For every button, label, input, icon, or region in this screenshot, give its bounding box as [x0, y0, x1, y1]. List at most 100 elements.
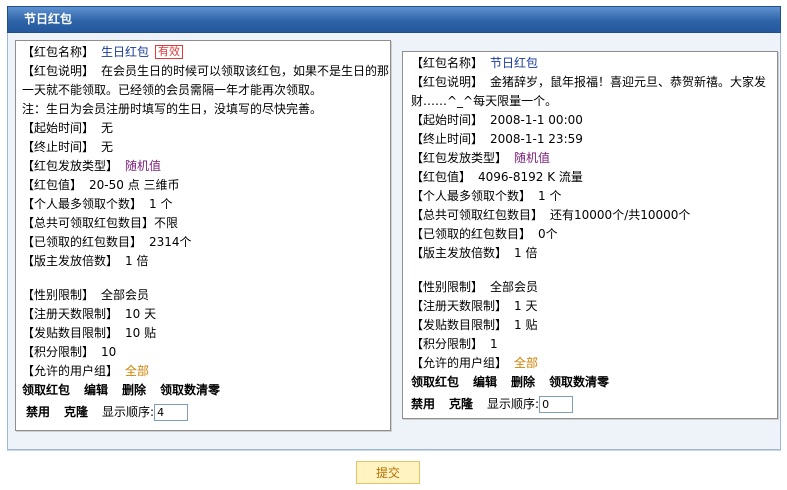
field-amount: 【红包值】 20-50 点 三维币	[22, 176, 390, 195]
field-value: 2314个	[149, 235, 192, 249]
field-claimed: 【已领取的红包数目】 2314个	[22, 233, 390, 252]
field-label: 【终止时间】	[411, 132, 484, 146]
field-groups: 【允许的用户组】 全部	[22, 362, 390, 381]
field-value: 全部会员	[490, 280, 539, 294]
field-value: 全部	[125, 364, 150, 378]
section-title: 节日红包	[24, 12, 73, 26]
field-end-time: 【终止时间】 2008-1-1 23:59	[411, 130, 777, 149]
field-posts: 【发贴数目限制】 1 贴	[411, 316, 777, 335]
field-value: 随机值	[125, 159, 162, 173]
delete-button[interactable]: 删除	[122, 383, 146, 397]
field-label: 【发贴数目限制】	[22, 326, 119, 340]
field-value: 10	[101, 345, 117, 359]
field-value: 10 天	[125, 307, 157, 321]
field-total: 【总共可领取红包数目】不限	[22, 214, 390, 233]
field-value: 1 天	[514, 299, 538, 313]
field-label: 【注册天数限制】	[411, 299, 508, 313]
reset-count-button[interactable]: 领取数清零	[160, 383, 220, 397]
reset-count-button[interactable]: 领取数清零	[549, 375, 609, 389]
order-input[interactable]	[539, 396, 574, 413]
field-value: 还有10000个/共10000个	[550, 208, 691, 222]
field-end-time: 【终止时间】无	[22, 138, 390, 157]
order-input[interactable]	[154, 404, 189, 421]
field-label: 【红包说明】	[411, 75, 484, 89]
claim-button[interactable]: 领取红包	[22, 383, 70, 397]
field-label: 【红包名称】	[22, 45, 95, 59]
disable-button[interactable]: 禁用	[411, 397, 435, 411]
order-label: 显示顺序:	[487, 397, 540, 411]
field-total: 【总共可领取红包数目】 还有10000个/共10000个	[411, 206, 777, 225]
field-start-time: 【起始时间】无	[22, 119, 390, 138]
disable-button[interactable]: 禁用	[26, 405, 50, 419]
field-label: 【红包说明】	[22, 64, 95, 78]
field-label: 【终止时间】	[22, 140, 95, 154]
field-value: 全部会员	[101, 288, 150, 302]
submit-button[interactable]: 提交	[356, 461, 420, 484]
field-label: 【红包名称】	[411, 56, 484, 70]
field-points: 【积分限制】 1	[411, 335, 777, 354]
field-label: 【版主发放倍数】	[411, 246, 508, 260]
field-value: 随机值	[514, 151, 551, 165]
field-description: 【红包说明】 金猪辞岁，鼠年报福！喜迎元旦、恭贺新禧。大家发财……^_^每天限量一…	[411, 73, 777, 111]
content-frame: 【红包名称】 生日红包 有效 【红包说明】 在会员生日的时候可以领取该红包，如果不是生…	[7, 33, 781, 450]
field-points: 【积分限制】 10	[22, 343, 390, 362]
field-name: 【红包名称】 节日红包	[411, 54, 777, 73]
field-reg-days: 【注册天数限制】 1 天	[411, 297, 777, 316]
field-description: 【红包说明】 在会员生日的时候可以领取该红包，如果不是生日的那一天就不能领取。已经…	[22, 62, 390, 100]
field-multiplier: 【版主发放倍数】 1 倍	[22, 252, 390, 271]
field-value: 10 贴	[125, 326, 157, 340]
field-value: 无	[101, 140, 114, 154]
field-gender: 【性别限制】 全部会员	[411, 278, 777, 297]
field-type: 【红包发放类型】 随机值	[411, 149, 777, 168]
field-label: 【个人最多领取个数】	[22, 197, 143, 211]
field-multiplier: 【版主发放倍数】 1 倍	[411, 244, 777, 263]
field-value: 20-50 点 三维币	[89, 178, 180, 192]
field-value: 2008-1-1 23:59	[490, 132, 583, 146]
action-row: 领取红包 编辑 删除 领取数清零	[22, 381, 390, 400]
field-label: 【红包发放类型】	[22, 159, 119, 173]
field-label: 【已领取的红包数目】	[411, 227, 532, 241]
field-value: 生日红包	[101, 45, 150, 59]
field-label: 【红包值】	[22, 178, 83, 192]
field-per-user: 【个人最多领取个数】 1 个	[22, 195, 390, 214]
field-value: 1 个	[149, 197, 173, 211]
field-posts: 【发贴数目限制】 10 贴	[22, 324, 390, 343]
field-start-time: 【起始时间】 2008-1-1 00:00	[411, 111, 777, 130]
red-packet-card-birthday: 【红包名称】 生日红包 有效 【红包说明】 在会员生日的时候可以领取该红包，如果不是生…	[15, 40, 391, 431]
clone-button[interactable]: 克隆	[64, 405, 88, 419]
field-value: 1	[490, 337, 498, 351]
field-label: 【性别限制】	[22, 288, 95, 302]
section-header: 节日红包	[7, 6, 781, 33]
field-value: 不限	[154, 216, 179, 230]
field-value: 1 倍	[125, 254, 149, 268]
field-label: 【注册天数限制】	[22, 307, 119, 321]
field-label: 【已领取的红包数目】	[22, 235, 143, 249]
clone-button[interactable]: 克隆	[449, 397, 473, 411]
field-value: 无	[101, 121, 114, 135]
field-label: 【总共可领取红包数目】	[411, 208, 544, 222]
field-value: 1 倍	[514, 246, 538, 260]
field-label: 【性别限制】	[411, 280, 484, 294]
field-type: 【红包发放类型】 随机值	[22, 157, 390, 176]
delete-button[interactable]: 删除	[511, 375, 535, 389]
field-label: 【总共可领取红包数目】	[22, 216, 155, 230]
field-value: 节日红包	[490, 56, 539, 70]
edit-button[interactable]: 编辑	[473, 375, 497, 389]
field-value: 1 个	[538, 189, 562, 203]
action-row-2: 禁用 克隆 显示顺序:	[411, 392, 777, 416]
claim-button[interactable]: 领取红包	[411, 375, 459, 389]
field-label: 【版主发放倍数】	[22, 254, 119, 268]
red-packet-card-holiday: 【红包名称】 节日红包 【红包说明】 金猪辞岁，鼠年报福！喜迎元旦、恭贺新禧。大家发…	[402, 51, 778, 419]
field-value: 1 贴	[514, 318, 538, 332]
field-value: 4096-8192 K 流量	[478, 170, 583, 184]
field-name: 【红包名称】 生日红包 有效	[22, 43, 390, 62]
field-per-user: 【个人最多领取个数】 1 个	[411, 187, 777, 206]
note-text: 注：生日为会员注册时填写的生日，没填写的尽快完善。	[22, 102, 323, 116]
field-label: 【个人最多领取个数】	[411, 189, 532, 203]
field-label: 【红包值】	[411, 170, 472, 184]
field-label: 【积分限制】	[22, 345, 95, 359]
field-gender: 【性别限制】 全部会员	[22, 286, 390, 305]
field-label: 【允许的用户组】	[411, 356, 508, 370]
action-row: 领取红包 编辑 删除 领取数清零	[411, 373, 777, 392]
edit-button[interactable]: 编辑	[84, 383, 108, 397]
